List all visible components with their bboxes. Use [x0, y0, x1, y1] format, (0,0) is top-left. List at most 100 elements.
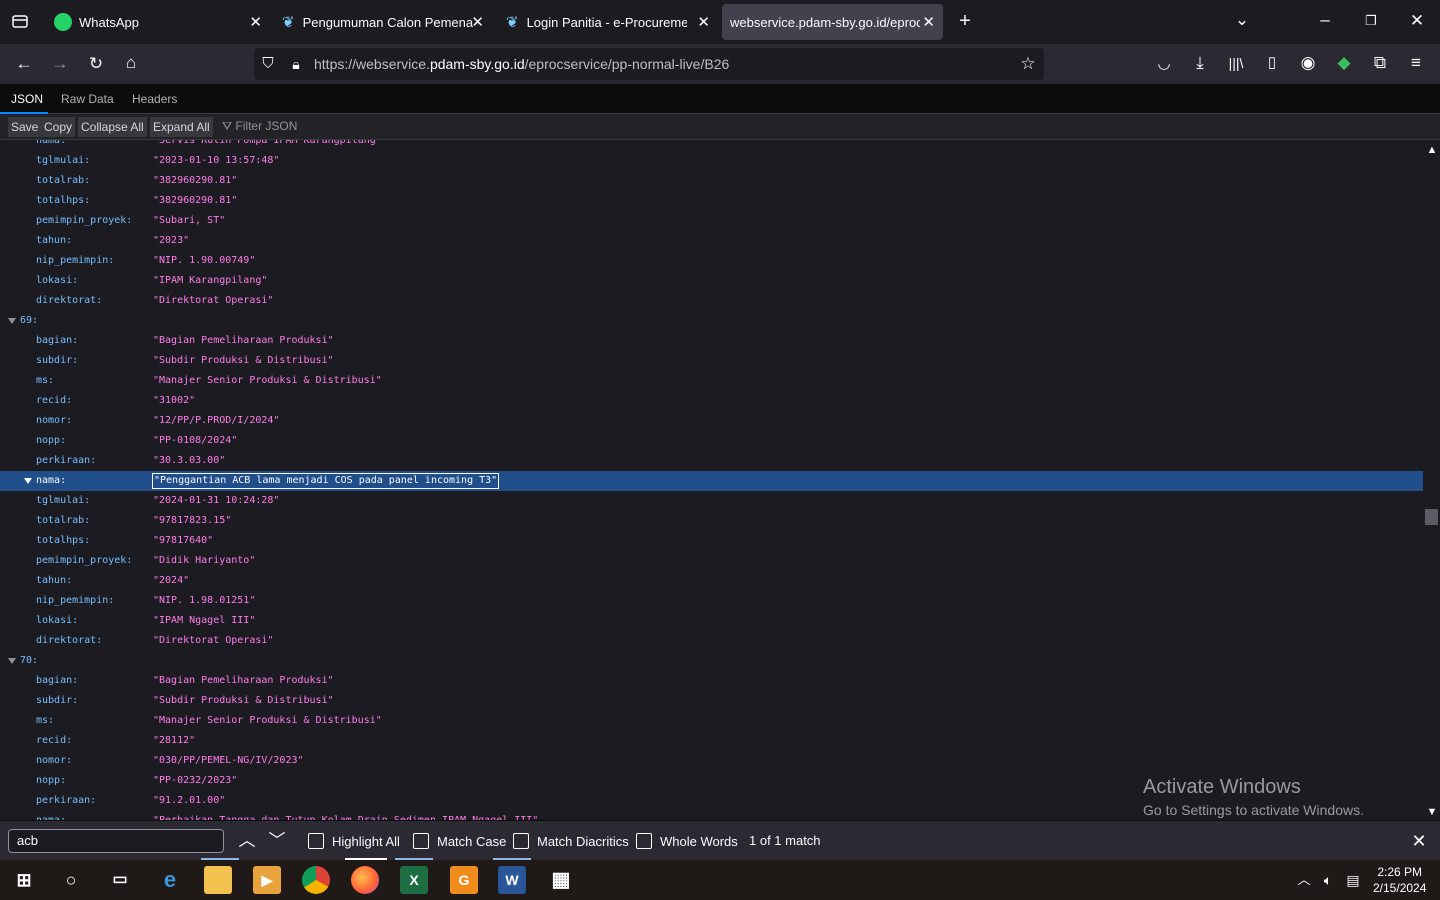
filter-json-input[interactable]: ⛛ Filter JSON [222, 119, 297, 134]
calculator-icon[interactable]: ▦ [547, 866, 575, 894]
find-previous-icon[interactable]: ︿ [236, 831, 258, 851]
tab-json[interactable]: JSON [11, 92, 43, 106]
json-row[interactable]: totalrab: "382960290.81" [0, 171, 1423, 191]
show-hidden-icons-icon[interactable]: ︿ [1293, 870, 1315, 890]
json-row[interactable]: recid: "31002" [0, 391, 1423, 411]
json-row[interactable]: tahun: "2023" [0, 231, 1423, 251]
tab-webservice[interactable]: webservice.pdam-sby.go.id/eprocservice/p… [722, 4, 943, 40]
json-row[interactable]: totalhps: "382960290.81" [0, 191, 1423, 211]
menu-icon[interactable]: ≡ [1405, 53, 1427, 73]
json-group-row[interactable]: 69: [0, 311, 1423, 331]
pocket-icon[interactable]: ◡ [1153, 54, 1175, 74]
find-next-icon[interactable]: ﹀ [266, 831, 288, 851]
task-view-icon[interactable]: ▭ [106, 866, 134, 894]
close-tab-icon[interactable]: ✕ [249, 13, 262, 31]
sidebar-icon[interactable]: ▯ [1261, 53, 1283, 73]
match-diacritics-checkbox[interactable]: Match Diacritics [513, 833, 629, 849]
new-tab-icon[interactable]: + [954, 11, 976, 31]
save-button[interactable]: Save [8, 117, 42, 137]
firefox-icon[interactable] [351, 866, 379, 894]
match-case-checkbox[interactable]: Match Case [413, 833, 506, 849]
json-row[interactable]: ms: "Manajer Senior Produksi & Distribusi… [0, 711, 1423, 731]
restore-icon[interactable]: ❐ [1360, 11, 1382, 31]
expand-all-button[interactable]: Expand All [150, 117, 213, 137]
lock-icon[interactable]: 🔒︎ [285, 54, 307, 74]
shield-icon[interactable]: ⛉ [257, 54, 279, 74]
json-row[interactable]: subdir: "Subdir Produksi & Distribusi" [0, 691, 1423, 711]
json-row[interactable]: bagian: "Bagian Pemeliharaan Produksi" [0, 671, 1423, 691]
extension-green-icon[interactable]: ◆ [1333, 53, 1355, 73]
forward-icon[interactable]: → [49, 54, 71, 74]
close-tab-icon[interactable]: ✕ [922, 13, 935, 31]
json-row[interactable]: nip_pemimpin: "NIP. 1.90.00749" [0, 251, 1423, 271]
json-row[interactable]: totalrab: "97817823.15" [0, 511, 1423, 531]
minimize-icon[interactable]: – [1314, 10, 1336, 30]
library-icon[interactable]: |||\ [1225, 53, 1247, 73]
excel-icon[interactable]: X [400, 866, 428, 894]
scroll-up-icon[interactable]: ▲ [1421, 140, 1440, 160]
file-explorer-icon[interactable] [204, 866, 232, 894]
close-tab-icon[interactable]: ✕ [471, 13, 484, 31]
tab-raw-data[interactable]: Raw Data [61, 92, 114, 106]
chrome-icon[interactable] [302, 866, 330, 894]
json-row[interactable]: nopp: "PP-0108/2024" [0, 431, 1423, 451]
tab-overview-icon[interactable] [9, 12, 31, 35]
json-row[interactable]: subdir: "Subdir Produksi & Distribusi" [0, 351, 1423, 371]
notifications-icon[interactable]: ▤ [1342, 870, 1364, 890]
highlight-all-checkbox[interactable]: Highlight All [308, 833, 400, 849]
lens-app-icon[interactable]: G [450, 866, 478, 894]
find-input[interactable]: acb [8, 829, 224, 853]
home-icon[interactable]: ⌂ [120, 53, 142, 73]
json-row[interactable]: nomor: "12/PP/P.PROD/I/2024" [0, 411, 1423, 431]
edge-icon[interactable]: e [156, 866, 184, 894]
volume-icon[interactable]: 🔈︎ [1317, 870, 1339, 890]
url-text[interactable]: https://webservice.pdam-sby.go.id/eprocs… [314, 56, 729, 72]
scroll-thumb[interactable] [1425, 509, 1438, 525]
json-row[interactable]: tglmulai: "2023-01-10 13:57:48" [0, 151, 1423, 171]
scrollbar[interactable]: ▲ ▼ [1423, 140, 1440, 820]
json-row[interactable]: nomor: "030/PP/PEMEL-NG/IV/2023" [0, 751, 1423, 771]
windows-start-icon[interactable]: ⊞ [10, 866, 38, 894]
json-group-row[interactable]: 70: [0, 651, 1423, 671]
expand-twisty-icon[interactable] [24, 478, 32, 484]
json-row[interactable]: nip_pemimpin: "NIP. 1.98.01251" [0, 591, 1423, 611]
system-clock[interactable]: 2:26 PM 2/15/2024 [1373, 864, 1426, 896]
extensions-icon[interactable]: ⧉ [1369, 53, 1391, 73]
tab-whatsapp[interactable]: WhatsApp ✕ [44, 4, 270, 40]
url-bar[interactable]: ⛉ 🔒︎ https://webservice.pdam-sby.go.id/e… [254, 48, 1044, 80]
close-tab-icon[interactable]: ✕ [697, 13, 710, 31]
expand-twisty-icon[interactable] [8, 318, 16, 324]
close-findbar-icon[interactable]: ✕ [1408, 831, 1430, 851]
tab-login-panitia[interactable]: ❦ Login Panitia - e-Procurement PDAM ✕ [496, 4, 718, 40]
whole-words-checkbox[interactable]: Whole Words [636, 833, 738, 849]
json-row[interactable]: perkiraan: "30.3.03.00" [0, 451, 1423, 471]
json-row[interactable]: recid: "28112" [0, 731, 1423, 751]
json-row[interactable]: pemimpin_proyek: "Subari, ST" [0, 211, 1423, 231]
expand-twisty-icon[interactable] [8, 658, 16, 664]
json-row[interactable]: lokasi: "IPAM Karangpilang" [0, 271, 1423, 291]
search-icon[interactable]: ○ [57, 866, 85, 894]
copy-button[interactable]: Copy [41, 117, 76, 137]
json-row[interactable]: pemimpin_proyek: "Didik Hariyanto" [0, 551, 1423, 571]
json-row[interactable]: tglmulai: "2024-01-31 10:24:28" [0, 491, 1423, 511]
close-window-icon[interactable]: ✕ [1406, 11, 1428, 31]
scroll-down-icon[interactable]: ▼ [1421, 802, 1440, 822]
bookmark-star-icon[interactable]: ☆ [1017, 54, 1039, 74]
account-icon[interactable]: ◉ [1297, 53, 1319, 73]
media-player-icon[interactable]: ▶ [253, 866, 281, 894]
list-all-tabs-icon[interactable]: ⌄ [1231, 10, 1253, 30]
json-row[interactable]: direktorat: "Direktorat Operasi" [0, 291, 1423, 311]
json-row[interactable]: nama: "Penggantian ACB lama menjadi COS p… [0, 471, 1423, 491]
tab-pengumuman[interactable]: ❦ Pengumuman Calon Pemenang ✕ [272, 4, 492, 40]
json-row[interactable]: ms: "Manajer Senior Produksi & Distribusi… [0, 371, 1423, 391]
reload-icon[interactable]: ↻ [85, 54, 107, 74]
back-icon[interactable]: ← [13, 54, 35, 74]
json-row[interactable]: bagian: "Bagian Pemeliharaan Produksi" [0, 331, 1423, 351]
collapse-all-button[interactable]: Collapse All [78, 117, 147, 137]
downloads-icon[interactable]: ⤓ [1189, 53, 1211, 73]
word-icon[interactable]: W [498, 866, 526, 894]
json-row[interactable]: lokasi: "IPAM Ngagel III" [0, 611, 1423, 631]
tab-headers[interactable]: Headers [132, 92, 177, 106]
json-row[interactable]: totalhps: "97817640" [0, 531, 1423, 551]
json-row[interactable]: direktorat: "Direktorat Operasi" [0, 631, 1423, 651]
